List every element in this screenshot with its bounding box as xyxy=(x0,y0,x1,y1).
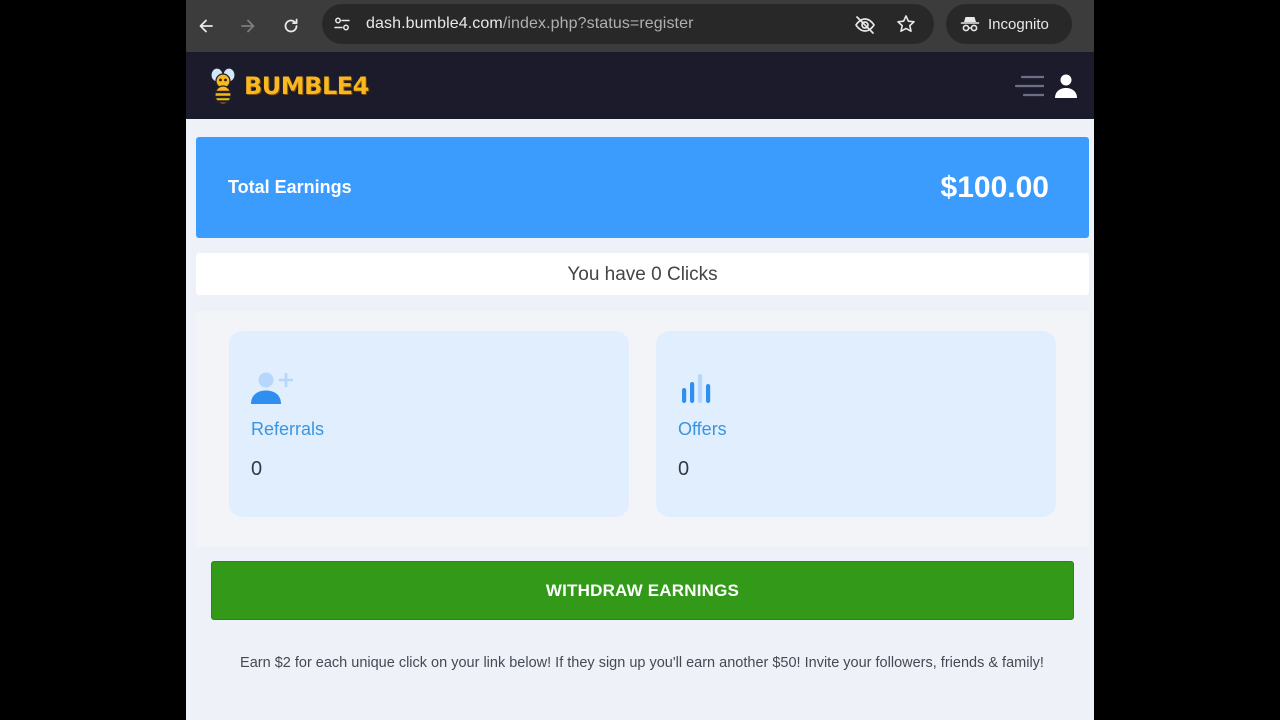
forward-button[interactable] xyxy=(234,12,262,40)
referrals-value: 0 xyxy=(251,458,263,480)
offers-value: 0 xyxy=(678,458,690,480)
user-icon[interactable] xyxy=(1054,73,1078,99)
site-header: BUMBLE4 xyxy=(186,52,1094,119)
invite-description: Earn $2 for each unique click on your li… xyxy=(240,655,1044,671)
referrals-label: Referrals xyxy=(251,419,325,439)
incognito-icon xyxy=(960,17,980,32)
bar-chart-icon xyxy=(682,374,711,403)
referrals-card[interactable]: Referrals 0 xyxy=(229,331,629,517)
withdraw-earnings-button[interactable]: WITHDRAW EARNINGS xyxy=(211,561,1074,620)
site-settings-icon[interactable] xyxy=(332,14,352,34)
reload-icon xyxy=(284,18,298,33)
menu-icon[interactable] xyxy=(1014,74,1044,98)
eye-off-icon[interactable] xyxy=(854,14,876,36)
url-text[interactable]: dash.bumble4.com/index.php?status=regist… xyxy=(366,4,694,44)
url-domain: dash.bumble4.com xyxy=(366,15,503,32)
bee-icon xyxy=(210,67,236,105)
back-button[interactable] xyxy=(192,12,220,40)
stats-panel: Referrals 0 Offers 0 xyxy=(196,311,1089,547)
incognito-label: Incognito xyxy=(988,15,1049,33)
browser-window: dash.bumble4.com/index.php?status=regist… xyxy=(186,0,1094,720)
logo-text: BUMBLE4 xyxy=(244,72,369,100)
reload-button[interactable] xyxy=(277,12,305,40)
forward-arrow-icon xyxy=(241,19,255,33)
incognito-indicator[interactable]: Incognito xyxy=(946,4,1072,44)
add-user-icon xyxy=(251,372,293,404)
offers-label: Offers xyxy=(678,419,727,439)
total-earnings-value: $100.00 xyxy=(940,171,1049,204)
back-arrow-icon xyxy=(199,19,213,33)
url-path: /index.php?status=register xyxy=(502,15,694,32)
clicks-count-bar: You have 0 Clicks xyxy=(196,253,1089,295)
offers-card[interactable]: Offers 0 xyxy=(656,331,1056,517)
browser-toolbar: dash.bumble4.com/index.php?status=regist… xyxy=(186,0,1094,52)
total-earnings-card: Total Earnings $100.00 xyxy=(196,137,1089,238)
total-earnings-label: Total Earnings xyxy=(228,177,352,197)
star-icon[interactable] xyxy=(896,14,916,34)
address-bar[interactable]: dash.bumble4.com/index.php?status=regist… xyxy=(322,4,934,44)
site-logo[interactable]: BUMBLE4 xyxy=(206,64,369,108)
